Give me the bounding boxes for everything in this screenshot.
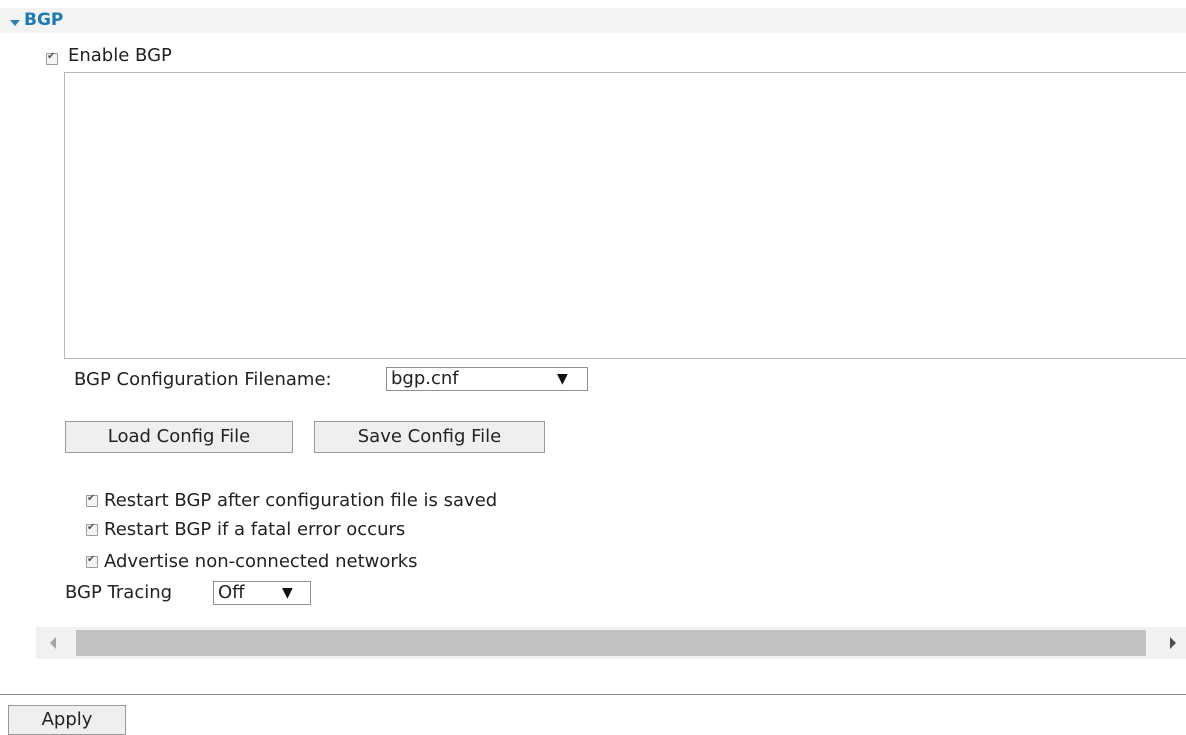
- bgp-tracing-value: Off: [218, 582, 245, 603]
- apply-button[interactable]: Apply: [8, 705, 126, 735]
- horizontal-scrollbar[interactable]: [36, 627, 1186, 659]
- scrollbar-thumb[interactable]: [76, 630, 1146, 656]
- scroll-left-arrow-icon[interactable]: [50, 637, 56, 649]
- restart-on-error-label: Restart BGP if a fatal error occurs: [104, 519, 406, 540]
- config-filename-value: bgp.cnf: [391, 368, 459, 389]
- bgp-tracing-select[interactable]: Off ▼: [213, 581, 311, 605]
- bgp-section-header[interactable]: BGP: [0, 8, 1186, 33]
- restart-after-save-checkbox[interactable]: [86, 493, 98, 507]
- caret-down-icon[interactable]: [10, 20, 20, 26]
- advertise-networks-checkbox[interactable]: [86, 554, 98, 568]
- bgp-config-textarea[interactable]: [64, 72, 1186, 359]
- enable-bgp-label: Enable BGP: [68, 45, 172, 66]
- triangle-down-icon: ▼: [282, 585, 293, 601]
- divider: [0, 694, 1186, 695]
- enable-bgp-checkbox[interactable]: [46, 51, 58, 65]
- section-title[interactable]: BGP: [24, 10, 63, 31]
- bgp-tracing-label: BGP Tracing: [65, 582, 173, 603]
- triangle-down-icon: ▼: [557, 371, 568, 387]
- config-filename-select[interactable]: bgp.cnf ▼: [386, 367, 588, 391]
- restart-after-save-label: Restart BGP after configuration file is …: [104, 490, 498, 511]
- restart-on-error-checkbox[interactable]: [86, 522, 98, 536]
- save-config-button[interactable]: Save Config File: [314, 421, 545, 453]
- scroll-right-arrow-icon[interactable]: [1170, 637, 1176, 649]
- config-filename-label: BGP Configuration Filename:: [74, 369, 332, 390]
- advertise-networks-label: Advertise non-connected networks: [104, 551, 418, 572]
- load-config-button[interactable]: Load Config File: [65, 421, 293, 453]
